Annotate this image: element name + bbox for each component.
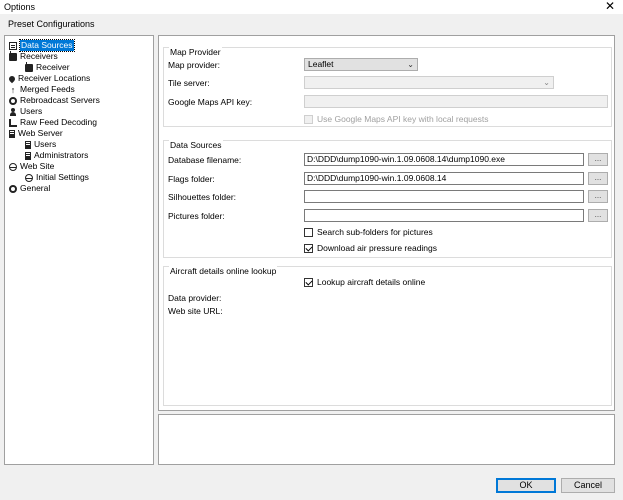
- wave-icon: [9, 118, 17, 127]
- tile-server-select[interactable]: ⌄: [304, 76, 554, 89]
- chevron-down-icon: ⌄: [407, 60, 414, 69]
- tree-item-merged-feeds[interactable]: ↑ Merged Feeds: [9, 84, 75, 95]
- selected-value: Leaflet: [308, 59, 334, 69]
- map-provider-group: Map Provider Map provider: Leaflet ⌄ Til…: [163, 47, 612, 127]
- server-icon: [9, 129, 15, 138]
- pictures-folder-label: Pictures folder:: [168, 211, 225, 221]
- preset-configurations-menu[interactable]: Preset Configurations: [8, 19, 95, 29]
- database-filename-label: Database filename:: [168, 155, 242, 165]
- checkbox-box: [304, 227, 313, 237]
- tree-item-web-server[interactable]: Web Server: [9, 128, 63, 139]
- gear-icon: [9, 184, 17, 193]
- web-site-url-label: Web site URL:: [168, 306, 223, 316]
- settings-panel: Map Provider Map provider: Leaflet ⌄ Til…: [158, 35, 615, 411]
- server-icon: [25, 140, 31, 149]
- globe-icon: [9, 162, 17, 171]
- tree-item-rebroadcast-servers[interactable]: Rebroadcast Servers: [9, 95, 100, 106]
- google-maps-api-key-field[interactable]: [304, 95, 608, 108]
- data-sources-group: Data Sources Database filename: D:\DDD\d…: [163, 140, 612, 258]
- close-icon[interactable]: ✕: [605, 0, 615, 12]
- cancel-button[interactable]: Cancel: [561, 478, 615, 493]
- search-subfolders-checkbox[interactable]: Search sub-folders for pictures: [304, 227, 433, 237]
- tree-item-label: Raw Feed Decoding: [20, 117, 98, 127]
- document-icon: [9, 41, 17, 50]
- flags-browse-button[interactable]: ...: [588, 172, 608, 185]
- tree-item-label: Users: [34, 139, 57, 149]
- options-tree: Data Sources Receivers Receiver Receiver…: [4, 35, 154, 465]
- tree-item-receiver[interactable]: Receiver: [25, 61, 70, 73]
- checkbox-box: [304, 114, 313, 124]
- radio-icon: [25, 61, 33, 72]
- description-panel: [158, 414, 615, 465]
- tree-item-label: Receivers: [20, 51, 58, 61]
- tree-item-receiver-locations[interactable]: Receiver Locations: [7, 73, 91, 84]
- checkbox-label: Use Google Maps API key with local reque…: [317, 114, 489, 124]
- tree-item-label: Rebroadcast Servers: [20, 95, 100, 105]
- tree-item-raw-feed-decoding[interactable]: Raw Feed Decoding: [9, 117, 97, 128]
- tree-item-receivers[interactable]: Receivers: [9, 50, 58, 62]
- tree-item-web-site[interactable]: Web Site: [9, 161, 54, 172]
- chevron-down-icon: ⌄: [543, 78, 550, 87]
- google-maps-api-key-label: Google Maps API key:: [168, 97, 253, 107]
- lookup-online-checkbox[interactable]: Lookup aircraft details online: [304, 277, 425, 287]
- pictures-folder-field[interactable]: [304, 209, 584, 222]
- tree-item-label: Web Site: [20, 161, 55, 171]
- tree-item-administrators[interactable]: Administrators: [25, 150, 88, 161]
- location-pin-icon: [7, 74, 17, 83]
- checkbox-label: Search sub-folders for pictures: [317, 227, 433, 237]
- checkbox-box: [304, 277, 313, 287]
- tree-item-initial-settings[interactable]: Initial Settings: [25, 172, 89, 183]
- tree-item-label: Merged Feeds: [20, 84, 75, 94]
- checkbox-label: Lookup aircraft details online: [317, 277, 426, 287]
- tree-item-label: Receiver: [36, 62, 70, 72]
- tree-item-label: Receiver Locations: [18, 73, 91, 83]
- use-key-local-requests-checkbox[interactable]: Use Google Maps API key with local reque…: [304, 114, 489, 124]
- tree-item-general[interactable]: General: [9, 183, 50, 194]
- tree-item-label: Administrators: [34, 150, 89, 160]
- silhouettes-browse-button[interactable]: ...: [588, 190, 608, 203]
- map-provider-select[interactable]: Leaflet ⌄: [304, 58, 418, 71]
- database-browse-button[interactable]: ...: [588, 153, 608, 166]
- user-icon: [9, 107, 17, 116]
- menu-bar: Preset Configurations: [0, 16, 623, 32]
- tree-item-label: Web Server: [18, 128, 63, 138]
- window-title: Options: [4, 2, 36, 12]
- group-title: Map Provider: [169, 47, 222, 57]
- title-bar: Options ✕: [0, 0, 623, 14]
- radio-icon: [9, 50, 17, 61]
- globe-icon: [25, 173, 33, 182]
- merge-arrow-icon: ↑: [10, 84, 16, 95]
- group-title: Data Sources: [169, 140, 223, 150]
- server-icon: [25, 151, 31, 160]
- flags-folder-label: Flags folder:: [168, 174, 215, 184]
- silhouettes-folder-field[interactable]: [304, 190, 584, 203]
- silhouettes-folder-label: Silhouettes folder:: [168, 192, 237, 202]
- ok-button[interactable]: OK: [496, 478, 556, 493]
- checkbox-box: [304, 243, 313, 253]
- tile-server-label: Tile server:: [168, 78, 210, 88]
- gear-icon: [9, 96, 17, 105]
- tree-item-label: General: [20, 183, 51, 193]
- tree-item-web-server-users[interactable]: Users: [25, 139, 56, 150]
- tree-item-label: Data Sources: [19, 39, 75, 52]
- tree-item-label: Users: [20, 106, 43, 116]
- tree-item-users[interactable]: Users: [9, 106, 42, 117]
- tree-item-label: Initial Settings: [36, 172, 89, 182]
- map-provider-label: Map provider:: [168, 60, 220, 70]
- checkbox-label: Download air pressure readings: [317, 243, 438, 253]
- download-air-pressure-checkbox[interactable]: Download air pressure readings: [304, 243, 437, 253]
- aircraft-lookup-group: Aircraft details online lookup Lookup ai…: [163, 266, 612, 406]
- group-title: Aircraft details online lookup: [169, 266, 278, 276]
- data-provider-label: Data provider:: [168, 293, 222, 303]
- pictures-browse-button[interactable]: ...: [588, 209, 608, 222]
- flags-folder-field[interactable]: D:\DDD\dump1090-win.1.09.0608.14: [304, 172, 584, 185]
- tree-item-data-sources[interactable]: Data Sources: [9, 39, 75, 52]
- database-filename-field[interactable]: D:\DDD\dump1090-win.1.09.0608.14\dump109…: [304, 153, 584, 166]
